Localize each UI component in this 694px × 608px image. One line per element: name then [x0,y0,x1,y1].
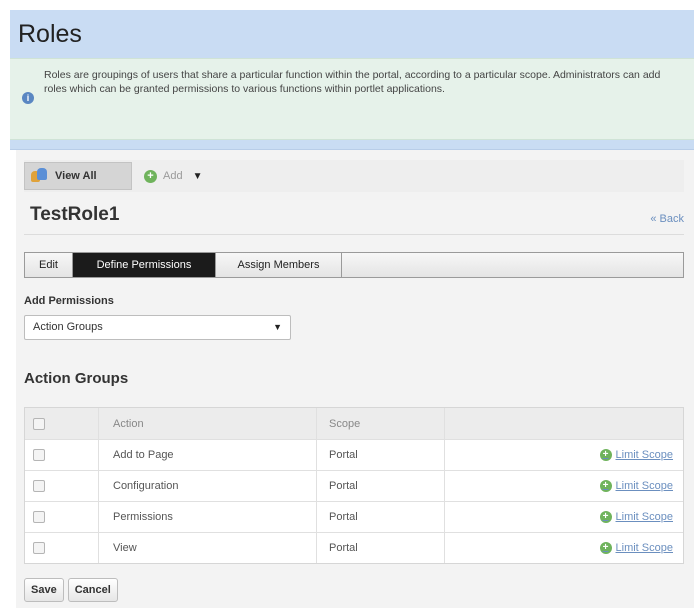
row-checkbox[interactable] [33,511,45,523]
section-title: Action Groups [24,370,129,387]
action-cell: Permissions [99,502,317,532]
cancel-button[interactable]: Cancel [67,578,118,602]
limit-scope-label: Limit Scope [615,542,673,554]
scope-cell: Portal [317,502,445,532]
tab-define-permissions[interactable]: Define Permissions [73,253,216,277]
add-button[interactable]: + Add ▼ [144,162,202,190]
limit-scope-label: Limit Scope [615,511,673,523]
column-header-action: Action [99,408,317,439]
add-label: Add [163,170,183,182]
table-row: Permissions Portal + Limit Scope [25,501,683,532]
form-buttons: Save Cancel [24,578,118,602]
save-button[interactable]: Save [24,578,64,602]
dropdown-arrow-icon: ▼ [192,170,203,182]
back-link[interactable]: « Back [650,213,684,225]
row-checkbox[interactable] [33,480,45,492]
action-cell: Configuration [99,471,317,501]
scope-cell: Portal [317,440,445,470]
table-row: Configuration Portal + Limit Scope [25,470,683,501]
add-icon: + [144,169,157,183]
chevron-down-icon: ▼ [273,322,282,332]
select-all-checkbox[interactable] [33,417,45,430]
view-all-label: View All [55,170,97,182]
limit-scope-label: Limit Scope [615,449,673,461]
permissions-select[interactable]: Action Groups ▼ [24,315,291,340]
divider [24,234,684,235]
table-row: Add to Page Portal + Limit Scope [25,439,683,470]
limit-scope-label: Limit Scope [615,480,673,492]
column-header-scope: Scope [317,408,445,439]
select-value: Action Groups [33,321,103,333]
table-header-row: Action Scope [25,408,683,439]
scope-cell: Portal [317,471,445,501]
roles-header: Roles i Roles are groupings of users tha… [10,10,694,150]
action-cell: View [99,533,317,563]
row-checkbox[interactable] [33,449,45,461]
page-title: Roles [18,20,82,48]
add-icon: + [599,449,612,461]
add-icon: + [599,542,612,554]
add-icon: + [599,480,612,492]
column-header-blank [445,408,683,439]
tab-edit[interactable]: Edit [25,253,73,277]
info-icon: i [22,92,34,104]
permissions-table: Action Scope Add to Page Portal + Limit S… [24,407,684,564]
view-all-button[interactable]: View All [24,162,132,190]
info-text: Roles are groupings of users that share … [44,69,661,95]
scope-cell: Portal [317,533,445,563]
toolbar: View All + Add ▼ [24,160,684,192]
limit-scope-link[interactable]: + Limit Scope [599,449,673,461]
limit-scope-link[interactable]: + Limit Scope [599,511,673,523]
tab-bar: Edit Define Permissions Assign Members [24,252,684,278]
users-icon [31,168,47,184]
action-cell: Add to Page [99,440,317,470]
role-panel: View All + Add ▼ TestRole1 « Back Edit D… [16,150,694,608]
role-name: TestRole1 [30,204,120,225]
add-icon: + [599,511,612,523]
info-message: i Roles are groupings of users that shar… [10,58,694,140]
row-checkbox[interactable] [33,542,45,554]
tab-assign-members[interactable]: Assign Members [216,253,342,277]
limit-scope-link[interactable]: + Limit Scope [599,542,673,554]
limit-scope-link[interactable]: + Limit Scope [599,480,673,492]
table-row: View Portal + Limit Scope [25,532,683,563]
add-permissions-label: Add Permissions [24,295,114,307]
